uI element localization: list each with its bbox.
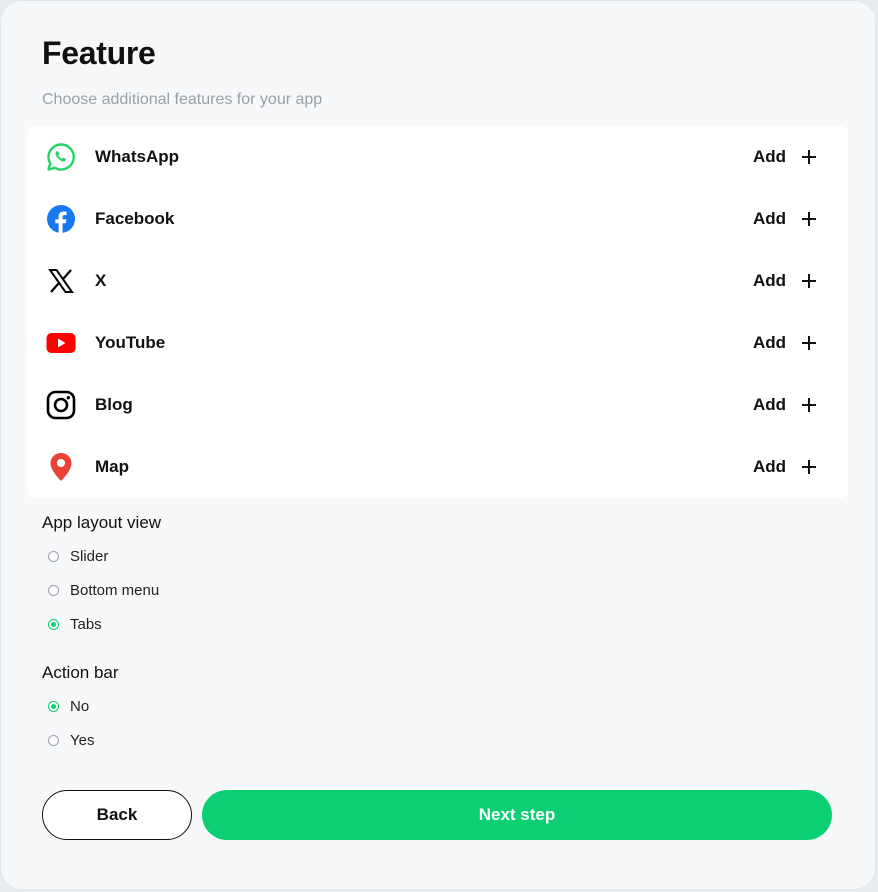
add-label: Add <box>752 147 786 166</box>
add-label: Add <box>752 271 786 290</box>
add-x-button[interactable]: Add <box>753 269 816 293</box>
radio-button[interactable] <box>48 734 59 746</box>
radio-bottom-menu[interactable]: Bottom menu <box>48 580 159 600</box>
feature-row-map: Map Add <box>27 436 848 498</box>
radio-button[interactable] <box>48 550 59 562</box>
plus-icon <box>802 336 816 350</box>
plus-icon <box>802 212 816 226</box>
page-title: Feature <box>42 35 156 71</box>
feature-row-whatsapp: WhatsApp Add <box>27 126 848 188</box>
plus-icon <box>802 398 816 412</box>
radio-button[interactable] <box>48 584 59 596</box>
feature-row-x: X Add <box>27 250 848 312</box>
feature-name: Blog <box>95 395 133 414</box>
feature-name: Facebook <box>95 209 175 228</box>
radio-label: Yes <box>70 731 95 749</box>
radio-tabs[interactable]: Tabs <box>48 614 102 634</box>
x-icon <box>45 265 77 297</box>
add-blog-button[interactable]: Add <box>753 393 816 417</box>
radio-yes[interactable]: Yes <box>48 730 94 750</box>
radio-slider[interactable]: Slider <box>48 546 108 566</box>
feature-name: X <box>95 271 107 290</box>
add-label: Add <box>752 457 786 476</box>
feature-row-facebook: Facebook Add <box>27 188 848 250</box>
feature-name: YouTube <box>95 333 166 352</box>
add-label: Add <box>752 333 786 352</box>
next-step-button[interactable]: Next step <box>202 790 832 840</box>
whatsapp-icon <box>45 141 77 173</box>
youtube-icon <box>45 327 77 359</box>
plus-icon <box>802 274 816 288</box>
feature-name: Map <box>95 457 129 476</box>
action-bar-label: Action bar <box>42 663 119 682</box>
plus-icon <box>802 150 816 164</box>
radio-button[interactable] <box>48 618 59 630</box>
instagram-icon <box>45 389 77 421</box>
add-map-button[interactable]: Add <box>753 455 816 479</box>
radio-label: Tabs <box>70 615 102 633</box>
feature-list: WhatsApp Add Facebook Add X Add YouTube … <box>27 126 848 498</box>
feature-name: WhatsApp <box>95 147 180 166</box>
add-youtube-button[interactable]: Add <box>753 331 816 355</box>
back-button[interactable]: Back <box>42 790 192 840</box>
feature-panel: Feature Choose additional features for y… <box>0 0 876 890</box>
radio-no[interactable]: No <box>48 696 89 716</box>
map-pin-icon <box>45 451 77 483</box>
radio-button[interactable] <box>48 700 59 712</box>
add-facebook-button[interactable]: Add <box>753 207 816 231</box>
layout-view-label: App layout view <box>42 513 162 532</box>
add-label: Add <box>752 209 786 228</box>
plus-icon <box>802 460 816 474</box>
radio-label: Bottom menu <box>70 581 160 599</box>
feature-row-youtube: YouTube Add <box>27 312 848 374</box>
radio-label: No <box>70 697 90 715</box>
feature-row-blog: Blog Add <box>27 374 848 436</box>
radio-label: Slider <box>70 547 109 565</box>
add-whatsapp-button[interactable]: Add <box>753 145 816 169</box>
facebook-icon <box>45 203 77 235</box>
page-subtitle: Choose additional features for your app <box>42 91 323 108</box>
add-label: Add <box>752 395 786 414</box>
